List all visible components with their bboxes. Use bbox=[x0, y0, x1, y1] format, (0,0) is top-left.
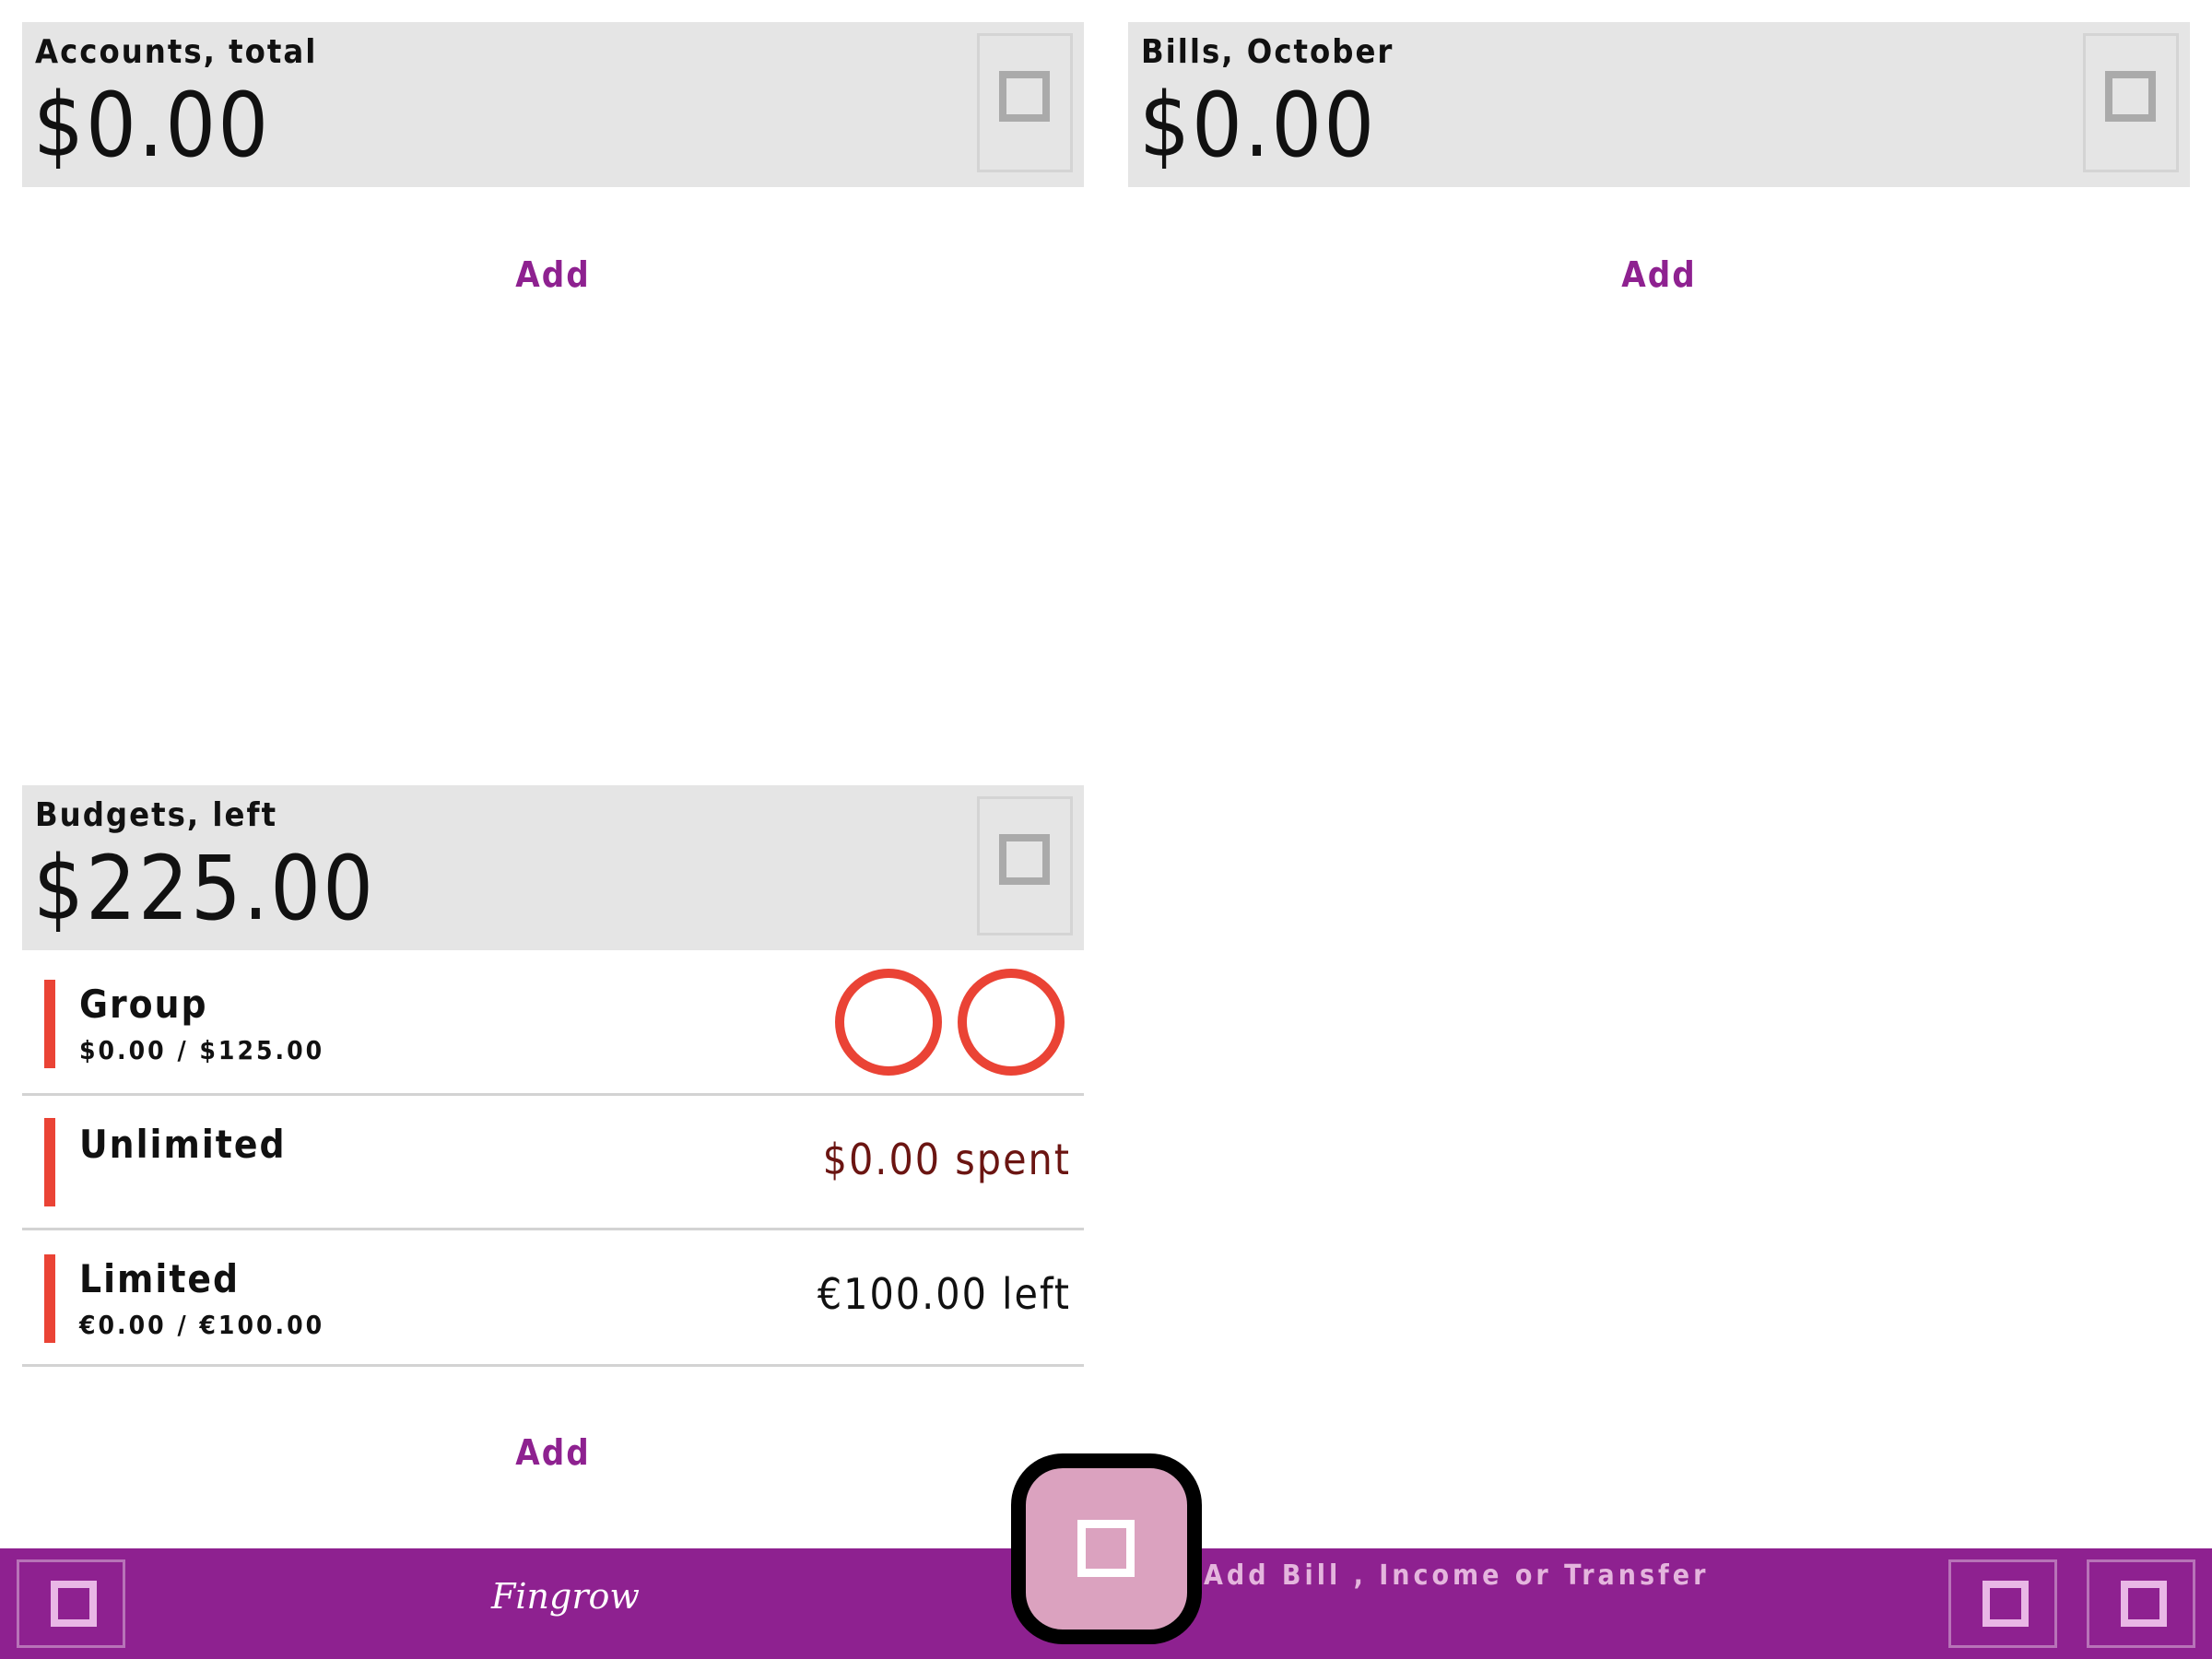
budget-row-unlimited[interactable]: Unlimited $0.00 spent bbox=[22, 1096, 1084, 1230]
budget-row-group[interactable]: Group $0.00 / $125.00 bbox=[22, 959, 1084, 1096]
budget-color-bar bbox=[44, 1118, 55, 1206]
budget-color-bar bbox=[44, 980, 55, 1068]
bills-card-header[interactable]: Bills, October $0.00 bbox=[1128, 22, 2190, 187]
accounts-label: Accounts, total bbox=[35, 33, 318, 71]
budget-progress-ring bbox=[835, 969, 942, 1076]
budgets-amount: $225.00 bbox=[33, 837, 376, 940]
square-icon bbox=[1077, 1520, 1135, 1577]
nav-right-button-2[interactable] bbox=[2087, 1559, 2195, 1648]
budget-progress-text: $0.00 / $125.00 bbox=[79, 1035, 325, 1065]
bills-amount: $0.00 bbox=[1139, 74, 1377, 177]
budget-name: Group bbox=[79, 982, 208, 1027]
budget-name: Limited bbox=[79, 1256, 241, 1301]
budget-progress-text: €0.00 / €100.00 bbox=[79, 1310, 325, 1340]
budgets-label: Budgets, left bbox=[35, 796, 278, 834]
budget-row-limited[interactable]: Limited €0.00 / €100.00 €100.00 left bbox=[22, 1230, 1084, 1367]
square-icon bbox=[2121, 1581, 2167, 1627]
square-icon bbox=[999, 834, 1050, 885]
app-logo: Fingrow bbox=[491, 1576, 640, 1617]
budget-color-bar bbox=[44, 1254, 55, 1343]
budgets-card-header[interactable]: Budgets, left $225.00 bbox=[22, 785, 1084, 950]
square-icon bbox=[999, 71, 1050, 122]
budget-progress-ring bbox=[958, 969, 1065, 1076]
budgets-menu-button[interactable] bbox=[977, 796, 1073, 935]
add-transaction-fab[interactable] bbox=[1011, 1453, 1202, 1644]
add-account-button[interactable]: Add bbox=[461, 254, 645, 295]
budget-spent-amount: $0.00 spent bbox=[822, 1135, 1071, 1184]
add-bill-button[interactable]: Add bbox=[1567, 254, 1751, 295]
add-budget-button[interactable]: Add bbox=[461, 1432, 645, 1473]
nav-right-button-1[interactable] bbox=[1948, 1559, 2057, 1648]
budget-name: Unlimited bbox=[79, 1122, 287, 1167]
square-icon bbox=[2105, 71, 2156, 122]
bills-label: Bills, October bbox=[1141, 33, 1394, 71]
accounts-card-header[interactable]: Accounts, total $0.00 bbox=[22, 22, 1084, 187]
fab-label: Add Bill , Income or Transfer bbox=[1204, 1559, 1710, 1592]
square-icon bbox=[51, 1581, 97, 1627]
nav-left-button[interactable] bbox=[17, 1559, 125, 1648]
accounts-amount: $0.00 bbox=[33, 74, 271, 177]
accounts-menu-button[interactable] bbox=[977, 33, 1073, 172]
bills-menu-button[interactable] bbox=[2083, 33, 2179, 172]
budget-left-amount: €100.00 left bbox=[817, 1269, 1071, 1319]
square-icon bbox=[1983, 1581, 2029, 1627]
